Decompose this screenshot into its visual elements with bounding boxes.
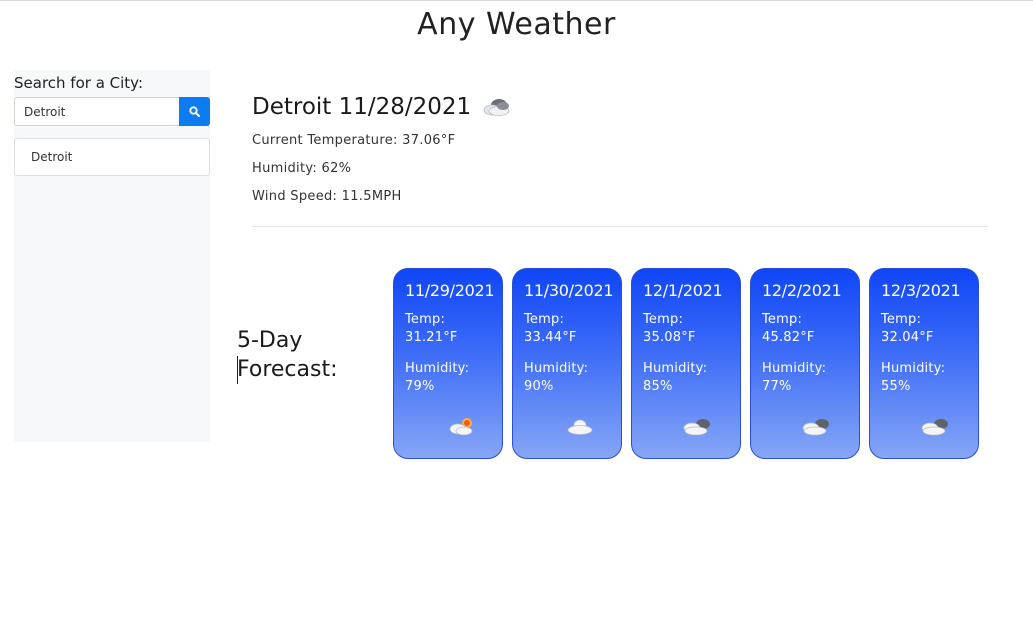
current-wind-speed: Wind Speed: 11.5MPH xyxy=(252,189,402,204)
forecast-temp: 31.21°F xyxy=(405,330,458,345)
sun-behind-cloud-icon xyxy=(449,418,473,436)
forecast-heading-line1: 5-Day xyxy=(237,328,303,353)
current-humidity: Humidity: 62% xyxy=(252,161,352,176)
forecast-humidity-label: Humidity: xyxy=(524,361,589,376)
current-weather: Detroit 11/28/2021 Current Temperature: … xyxy=(252,91,988,204)
broken-clouds-icon xyxy=(802,419,829,436)
forecast-temp-label: Temp: xyxy=(881,312,922,327)
search-button[interactable] xyxy=(179,97,210,126)
forecast-temp: 32.04°F xyxy=(881,330,934,345)
forecast-card: 12/1/2021 Temp: 35.08°F Humidity: 85% xyxy=(631,268,741,459)
search-label: Search for a City: xyxy=(14,74,144,92)
forecast-humidity-label: Humidity: xyxy=(881,361,946,376)
forecast-temp: 33.44°F xyxy=(524,330,577,345)
broken-clouds-icon xyxy=(683,419,710,436)
forecast-humidity: 55% xyxy=(881,379,911,394)
section-divider xyxy=(252,226,988,227)
app-title: Any Weather xyxy=(417,7,616,42)
cloud-icon xyxy=(483,99,510,116)
forecast-date: 12/2/2021 xyxy=(762,281,842,300)
forecast-date: 11/30/2021 xyxy=(524,281,614,300)
forecast-card: 11/30/2021 Temp: 33.44°F Humidity: 90% xyxy=(512,268,622,459)
forecast-heading-line2: Forecast: xyxy=(237,357,338,382)
forecast-humidity-label: Humidity: xyxy=(643,361,708,376)
forecast-humidity: 85% xyxy=(643,379,673,394)
forecast-temp-label: Temp: xyxy=(643,312,684,327)
text-cursor xyxy=(237,356,238,384)
search-history-item[interactable]: Detroit xyxy=(14,138,210,176)
forecast-temp-label: Temp: xyxy=(524,312,565,327)
city-search-input[interactable] xyxy=(14,97,179,126)
forecast-card: 12/2/2021 Temp: 45.82°F Humidity: 77% xyxy=(750,268,860,459)
cloud-icon xyxy=(567,419,593,435)
forecast-card: 11/29/2021 Temp: 31.21°F Humidity: 79% xyxy=(393,268,503,459)
forecast-date: 11/29/2021 xyxy=(405,281,495,300)
forecast-humidity: 90% xyxy=(524,379,554,394)
forecast-card: 12/3/2021 Temp: 32.04°F Humidity: 55% xyxy=(869,268,979,459)
current-weather-heading: Detroit 11/28/2021 xyxy=(252,91,988,123)
forecast-temp: 45.82°F xyxy=(762,330,815,345)
forecast-date: 12/3/2021 xyxy=(881,281,961,300)
forecast-heading: 5-Day Forecast: xyxy=(237,326,377,384)
current-temperature: Current Temperature: 37.06°F xyxy=(252,133,456,148)
forecast-temp: 35.08°F xyxy=(643,330,696,345)
forecast-temp-label: Temp: xyxy=(762,312,803,327)
forecast-humidity-label: Humidity: xyxy=(405,361,470,376)
forecast-date: 12/1/2021 xyxy=(643,281,723,300)
forecast-humidity-label: Humidity: xyxy=(762,361,827,376)
broken-clouds-icon xyxy=(921,419,948,436)
search-sidebar: Search for a City: Detroit xyxy=(14,70,210,442)
search-icon xyxy=(189,106,200,117)
forecast-temp-label: Temp: xyxy=(405,312,446,327)
forecast-humidity: 79% xyxy=(405,379,435,394)
forecast-humidity: 77% xyxy=(762,379,792,394)
current-city-date: Detroit 11/28/2021 xyxy=(252,94,472,120)
